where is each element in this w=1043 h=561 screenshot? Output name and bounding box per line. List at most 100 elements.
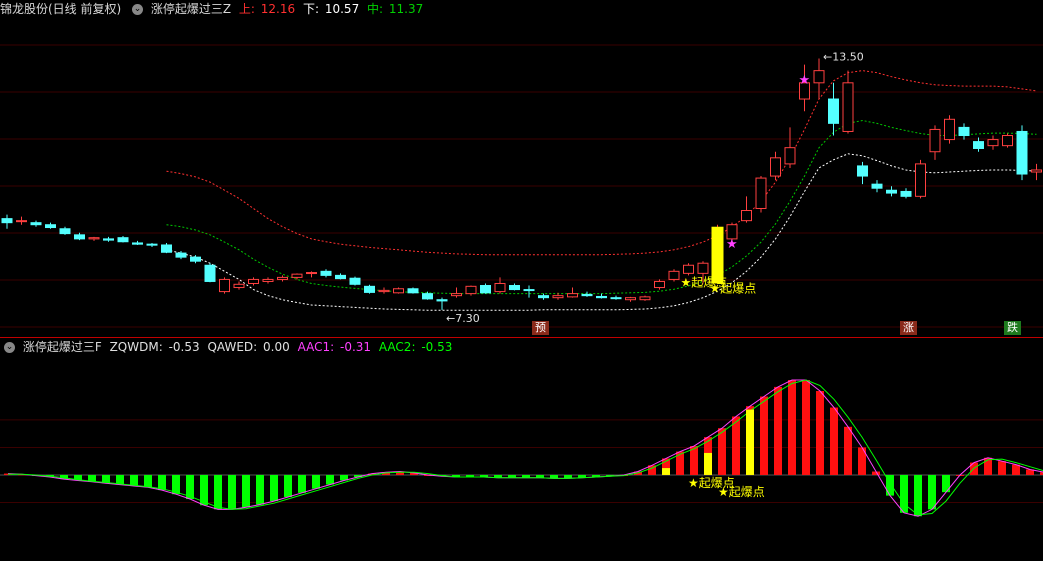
upper-label: 上: (238, 2, 255, 16)
candle-body (190, 256, 201, 262)
candle-body (625, 297, 636, 301)
candle-body (59, 228, 71, 235)
aac2-value: -0.53 (421, 340, 453, 354)
panel-divider (0, 337, 1043, 338)
qawed-value: 0.00 (263, 340, 290, 354)
mid-label: 中: (367, 2, 384, 16)
star-marker: ★ (726, 237, 738, 252)
star-marker: ★ (799, 73, 811, 88)
candle-body (538, 295, 549, 299)
candle-body (248, 278, 259, 284)
candle-body (16, 220, 27, 223)
indicator-bar (242, 474, 250, 508)
candle-body (175, 252, 187, 258)
indicator-bar (816, 391, 824, 475)
candle-body (1016, 130, 1028, 175)
indicator-menu-icon[interactable]: ⌄ (4, 342, 15, 353)
candle-body (552, 295, 564, 299)
candle-body (915, 163, 926, 197)
candle-body (1031, 169, 1042, 173)
candle-body (581, 293, 593, 297)
high-price-label: ←13.50 (823, 50, 864, 63)
indicator-bar (788, 380, 796, 475)
candle-body (74, 234, 85, 240)
indicator-bar (130, 474, 138, 486)
upper-band-line (166, 70, 1037, 256)
candles (1, 58, 1042, 310)
zqwdm-value: -0.53 (168, 340, 200, 354)
indicator-bar (284, 474, 292, 497)
candle-body (45, 224, 56, 229)
indicator-bar (900, 474, 908, 513)
candle-body (654, 280, 665, 289)
mid-band-line (166, 119, 1037, 295)
stock-name[interactable]: 锦龙股份(日线 前复权) (0, 2, 121, 16)
candle-body (161, 244, 172, 253)
candle-body (697, 262, 709, 274)
indicator-bar (998, 461, 1006, 475)
lower-band-line (166, 153, 1037, 311)
indicator-bar (270, 474, 278, 502)
indicator-lines (7, 379, 1043, 517)
candle-body (828, 98, 839, 124)
candle-body (610, 297, 622, 300)
candle-body (146, 243, 158, 246)
candle-body (335, 274, 346, 280)
candle-body (451, 293, 462, 297)
candle-body (291, 273, 303, 278)
candle-body (842, 82, 854, 132)
indicator-bar (312, 474, 320, 489)
boom-point-label: ★起爆点 (718, 485, 765, 499)
indicator-bar (1012, 464, 1020, 475)
candle-body (422, 293, 433, 300)
candle-body (1, 218, 13, 224)
candle-body (364, 285, 375, 293)
indicator-bar (144, 474, 152, 488)
candle-body (523, 289, 535, 292)
candle-body (262, 278, 274, 282)
surge-bar (704, 452, 712, 475)
stock-chart-canvas[interactable]: ←13.50←7.30★起爆点★起爆点★★ ★起爆点★起爆点 (0, 0, 1043, 561)
candle-body (407, 288, 419, 294)
surge-bar (662, 468, 670, 475)
candle-body (103, 238, 114, 241)
indicator-bar (914, 474, 922, 517)
candle-body (219, 278, 230, 293)
candle-body (436, 299, 448, 302)
candle-body (567, 293, 578, 298)
candle-body (378, 289, 390, 293)
top-indicator-name[interactable]: 涨停起爆过三Z (151, 2, 231, 16)
low-price-label: ←7.30 (446, 312, 480, 325)
candle-body (306, 272, 317, 275)
zqwdm-label: ZQWDM: (109, 340, 163, 354)
candle-body (958, 126, 970, 137)
indicator-panel-header: ⌄ 涨停起爆过三F ZQWDM: -0.53 QAWED: 0.00 AAC1:… (0, 338, 456, 356)
candle-body (132, 242, 143, 245)
indicator-bar (774, 386, 782, 475)
indicator-bar (718, 428, 726, 475)
candle-body (929, 128, 941, 153)
indicator-bar (844, 426, 852, 475)
candle-body (900, 190, 912, 197)
candle-body (886, 189, 897, 194)
indicator-bar (676, 451, 684, 475)
candle-body (668, 270, 680, 280)
candle-body (784, 147, 796, 165)
candle-body (596, 295, 607, 299)
candle-body (770, 157, 781, 177)
indicator-menu-icon[interactable]: ⌄ (132, 4, 144, 15)
candle-body (944, 118, 955, 141)
indicator-bar (298, 474, 306, 493)
candle-body (1002, 135, 1013, 147)
boom-point-label: ★起爆点 (710, 282, 757, 296)
candle-body (393, 288, 404, 294)
mid-value: 11.37 (388, 2, 424, 16)
price-panel-header: 锦龙股份(日线 前复权) ⌄ 涨停起爆过三Z 上: 12.16 下: 10.57… (0, 0, 427, 18)
bottom-indicator-name[interactable]: 涨停起爆过三F (23, 340, 102, 354)
price-grid (0, 44, 1043, 328)
candle-body (204, 264, 216, 282)
candle-body (465, 285, 477, 295)
candle-body (88, 237, 100, 240)
indicator-bar (228, 474, 236, 510)
candle-body (755, 177, 767, 209)
